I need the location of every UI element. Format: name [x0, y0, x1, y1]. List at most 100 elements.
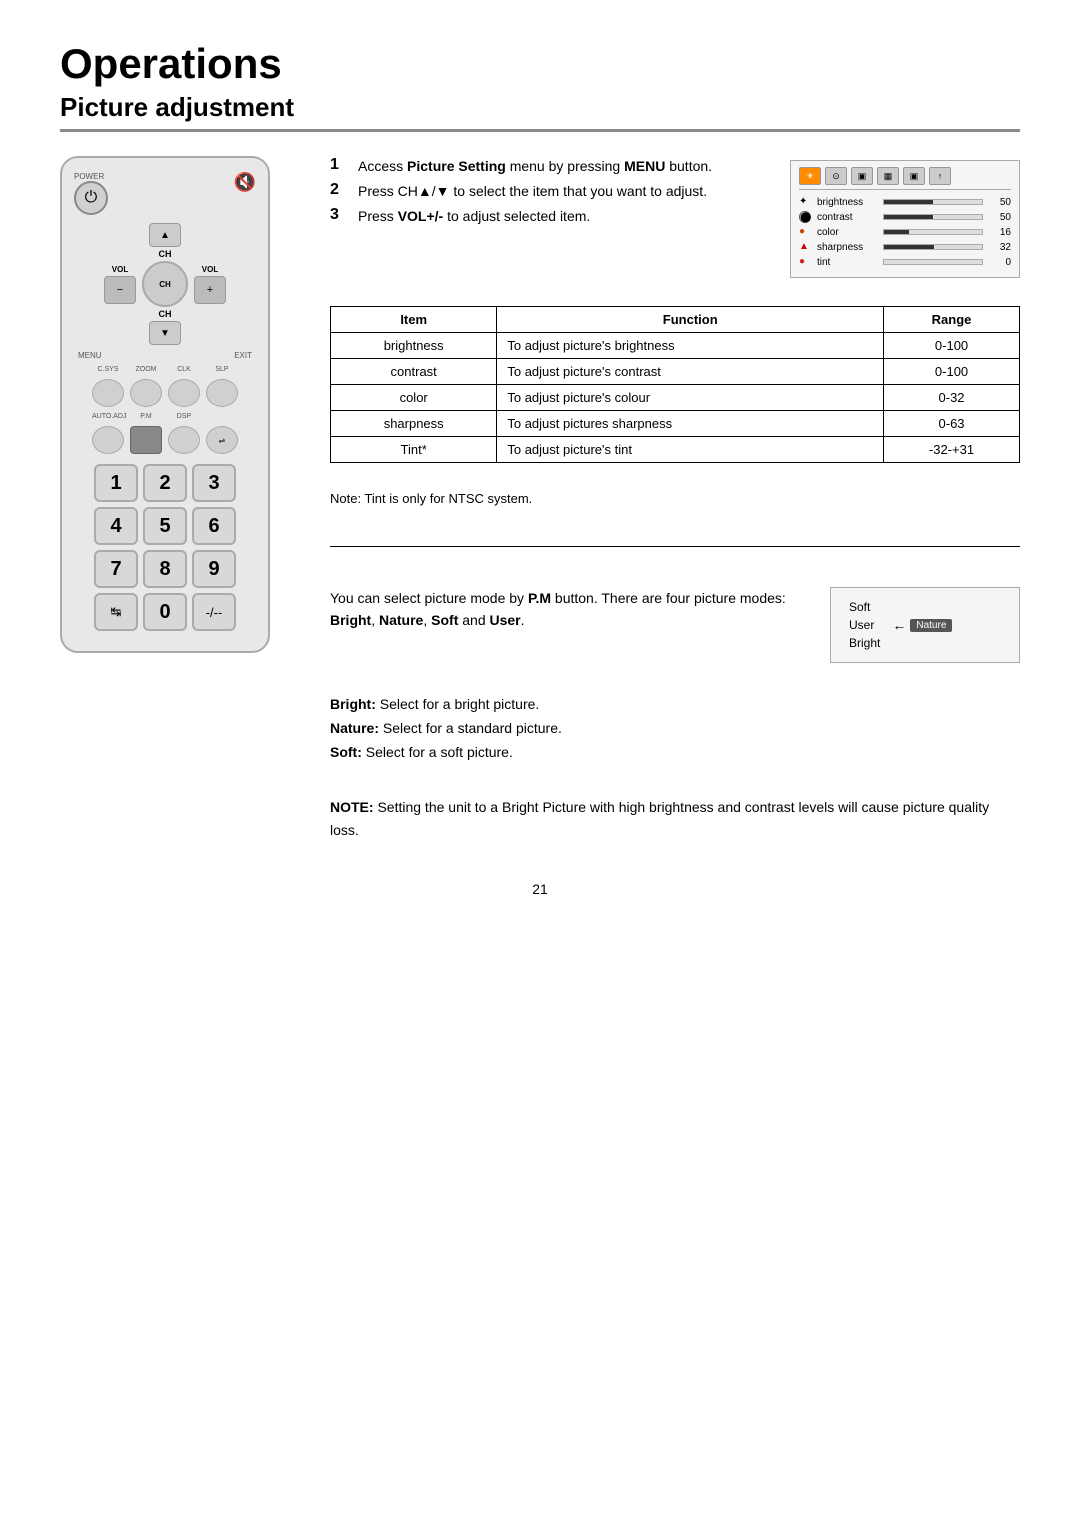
- num2-button[interactable]: 2: [143, 464, 187, 502]
- power-label: POWER: [74, 172, 104, 181]
- tab-sun[interactable]: ☀: [799, 167, 821, 185]
- pm-layout: You can select picture mode by P.M butto…: [330, 587, 1020, 663]
- pm-button[interactable]: [130, 426, 162, 454]
- func-contrast: To adjust picture's contrast: [497, 359, 884, 385]
- menu-label-color: color: [817, 227, 877, 238]
- tab-grid2[interactable]: ▦: [877, 167, 899, 185]
- btn-row2-labels: AUTO.ADJ P.M DSP: [74, 413, 256, 420]
- vol-label-right: VOL: [202, 265, 218, 274]
- item-tint: Tint*: [331, 437, 497, 463]
- pm-intro: You can select picture mode by P.M butto…: [330, 587, 806, 632]
- num7-button[interactable]: 7: [94, 550, 138, 588]
- nature-badge: Nature: [910, 619, 952, 632]
- contrast-fill: [884, 215, 933, 219]
- menu-label: MENU: [78, 351, 102, 360]
- num3-button[interactable]: 3: [192, 464, 236, 502]
- numpad: 1 2 3 4 5 6 7 8 9 ↹ 0 -/--: [94, 464, 236, 631]
- pm-item-soft: Soft: [847, 600, 882, 614]
- tab-grid1[interactable]: ▣: [851, 167, 873, 185]
- autoadj-button[interactable]: [92, 426, 124, 454]
- table-header-range: Range: [884, 307, 1020, 333]
- ch-label-bottom: CH: [159, 309, 172, 319]
- tab-grid3[interactable]: ▣: [903, 167, 925, 185]
- brightness-value: 50: [989, 197, 1011, 208]
- csys-label: C.SYS: [92, 366, 124, 373]
- step-2-text: Press CH▲/▼ to select the item that you …: [358, 181, 707, 202]
- ch-vol-cluster: ▲ CH VOL − CH VOL + CH ▼: [74, 223, 256, 345]
- btn-row2: ⇌: [74, 426, 256, 454]
- step-1: 1 Access Picture Setting menu by pressin…: [330, 156, 770, 177]
- note-text: NOTE: Setting the unit to a Bright Pictu…: [330, 796, 1020, 841]
- num5-button[interactable]: 5: [143, 507, 187, 545]
- pm-arrow-icon: ←: [892, 617, 906, 633]
- pm-label: P.M: [130, 413, 162, 420]
- step-3-num: 3: [330, 206, 348, 224]
- ch-up-button[interactable]: ▲: [149, 223, 181, 247]
- vol-plus-button[interactable]: +: [194, 276, 226, 304]
- func-tint: To adjust picture's tint: [497, 437, 884, 463]
- swap-button[interactable]: ↹: [94, 593, 138, 631]
- color-bar: [883, 229, 983, 235]
- zoom-label: ZOOM: [130, 366, 162, 373]
- autoadj-label: AUTO.ADJ: [92, 413, 124, 420]
- ch-down-button[interactable]: ▼: [149, 321, 181, 345]
- menu-row-brightness: ✦ brightness 50: [799, 196, 1011, 208]
- tab-arrow[interactable]: ↑: [929, 167, 951, 185]
- page-title: Operations: [60, 40, 1020, 88]
- step-1-text: Access Picture Setting menu by pressing …: [358, 156, 712, 177]
- step-3-text: Press VOL+/- to adjust selected item.: [358, 206, 590, 227]
- num1-button[interactable]: 1: [94, 464, 138, 502]
- menu-row-sharpness: ▲ sharpness 32: [799, 241, 1011, 253]
- pm-item-user: User: [847, 618, 882, 632]
- btn-row1-labels: C.SYS ZOOM CLK SLP: [74, 366, 256, 373]
- menu-row-contrast: ⬤ contrast 50: [799, 211, 1011, 223]
- num6-button[interactable]: 6: [192, 507, 236, 545]
- main-layout: POWER ⏻ 🔇 ▲ CH VOL − CH: [60, 156, 1020, 841]
- remote-container: POWER ⏻ 🔇 ▲ CH VOL − CH: [60, 156, 290, 653]
- num9-button[interactable]: 9: [192, 550, 236, 588]
- table-row: sharpness To adjust pictures sharpness 0…: [331, 411, 1020, 437]
- menu-label-contrast: contrast: [817, 212, 877, 223]
- vol-minus-side: VOL −: [104, 265, 136, 304]
- vol-minus-button[interactable]: −: [104, 276, 136, 304]
- menu-label-sharpness: sharpness: [817, 242, 877, 253]
- remote-control: POWER ⏻ 🔇 ▲ CH VOL − CH: [60, 156, 270, 653]
- range-color: 0-32: [884, 385, 1020, 411]
- func-color: To adjust picture's colour: [497, 385, 884, 411]
- clk-label: CLK: [168, 366, 200, 373]
- table-row: contrast To adjust picture's contrast 0-…: [331, 359, 1020, 385]
- table-header-function: Function: [497, 307, 884, 333]
- remote-top-row: POWER ⏻ 🔇: [74, 172, 256, 215]
- ch-label: CH: [159, 249, 172, 259]
- menu-label-tint: tint: [817, 257, 877, 268]
- num4-button[interactable]: 4: [94, 507, 138, 545]
- item-contrast: contrast: [331, 359, 497, 385]
- tab-circle[interactable]: ⊙: [825, 167, 847, 185]
- power-button[interactable]: ⏻: [74, 181, 108, 215]
- tint-note: Note: Tint is only for NTSC system.: [330, 491, 1020, 506]
- table-row: color To adjust picture's colour 0-32: [331, 385, 1020, 411]
- brightness-bar: [883, 199, 983, 205]
- step-1-num: 1: [330, 156, 348, 174]
- section-title: Picture adjustment: [60, 92, 1020, 123]
- item-color: color: [331, 385, 497, 411]
- vol-plus-side: VOL +: [194, 265, 226, 304]
- pm-list: Soft User Bright: [847, 600, 882, 650]
- dsp-button[interactable]: [168, 426, 200, 454]
- slp-button[interactable]: [206, 379, 238, 407]
- vol-label-left: VOL: [112, 265, 128, 274]
- step-3: 3 Press VOL+/- to adjust selected item.: [330, 206, 770, 227]
- zoom-button[interactable]: [130, 379, 162, 407]
- sharpness-bar: [883, 244, 983, 250]
- bright-desc: Bright: Select for a bright picture.: [330, 693, 1020, 717]
- spk-button[interactable]: ⇌: [206, 426, 238, 454]
- num0-button[interactable]: 0: [143, 593, 187, 631]
- dash-button[interactable]: -/--: [192, 593, 236, 631]
- center-nav-button[interactable]: CH: [142, 261, 188, 307]
- range-tint: -32-+31: [884, 437, 1020, 463]
- pm-description: You can select picture mode by P.M butto…: [330, 587, 806, 632]
- csys-button[interactable]: [92, 379, 124, 407]
- num8-button[interactable]: 8: [143, 550, 187, 588]
- tint-bar: [883, 259, 983, 265]
- clk-button[interactable]: [168, 379, 200, 407]
